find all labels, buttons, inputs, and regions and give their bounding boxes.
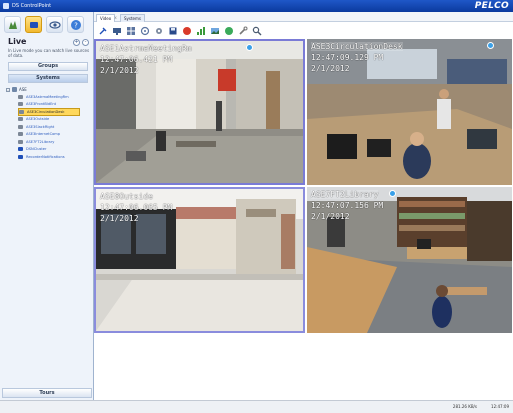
- tree-item-label: ASE3FrontBldEnt: [26, 102, 57, 107]
- tours-button[interactable]: Tours: [2, 388, 92, 398]
- brand-logo: PELCO: [474, 1, 509, 11]
- groups-button[interactable]: Groups: [8, 62, 88, 71]
- tree-item-label: ASE3Outside: [26, 117, 50, 122]
- video-grid: ASE1AstrmaMeetingRm 12:47:06.421 PM 2/1/…: [94, 39, 512, 333]
- tree-item[interactable]: DSNCluster: [18, 146, 92, 154]
- pin-icon[interactable]: [97, 25, 108, 36]
- tree-item-label: DSNCluster: [26, 147, 47, 152]
- tree-item[interactable]: ASE3FrontBldEnt: [18, 101, 92, 109]
- globe-icon[interactable]: [223, 25, 234, 36]
- help-icon[interactable]: ?: [67, 16, 84, 33]
- camera-name: ASE3CirculationDesk: [311, 42, 403, 51]
- tree-item[interactable]: RecorderNotifications: [18, 153, 92, 161]
- tab-systems[interactable]: Systems: [120, 14, 145, 22]
- add-icon[interactable]: +: [73, 39, 80, 46]
- clock-readout: 12:47:09: [491, 404, 509, 409]
- record-status-icon: [389, 190, 396, 197]
- image-icon[interactable]: [209, 25, 220, 36]
- sites-icon[interactable]: [4, 16, 21, 33]
- toolbar: [94, 23, 513, 38]
- save-icon[interactable]: [167, 25, 178, 36]
- live-controls: + -: [73, 39, 89, 46]
- video-tile[interactable]: ASE3CirculationDesk 12:47:09.129 PM 2/1/…: [307, 39, 512, 185]
- camera-icon: [18, 139, 23, 144]
- server-icon: [12, 87, 17, 92]
- left-panel: ? Live + - In Live mode you can watch li…: [0, 12, 94, 400]
- tree-item-label: ASE3InternetComp: [26, 132, 61, 137]
- status-bar: 281.26 KB/s 12:47:09: [0, 400, 513, 413]
- camera-overlay: ASE7FT2Library 12:47:07.156 PM 2/1/2012: [311, 189, 383, 222]
- tree-item-label: RecorderNotifications: [26, 154, 65, 159]
- camera-icon: [18, 132, 23, 137]
- panel-description: In Live mode you can watch live sources …: [8, 48, 90, 58]
- camera-icon: [18, 94, 23, 99]
- monitor-icon[interactable]: [111, 25, 122, 36]
- tree-item[interactable]: ASE7FT2Library: [18, 138, 92, 146]
- camera-time: 12:47:09.129 PM: [311, 53, 384, 62]
- folder-icon: [18, 154, 23, 159]
- gear-icon[interactable]: [153, 25, 164, 36]
- camera-time: 12:47:06.421 PM: [100, 55, 173, 64]
- camera-overlay: ASE3CirculationDesk 12:47:09.129 PM 2/1/…: [311, 41, 403, 74]
- app-window: DS ControlPoint PELCO ? Live + - In Live…: [0, 0, 513, 413]
- tree-root-label: ASE: [19, 87, 27, 92]
- camera-icon: [18, 117, 23, 122]
- tree-item-label: ASE7FT2Library: [26, 139, 55, 144]
- tree-root[interactable]: - ASE: [6, 86, 92, 93]
- video-tile[interactable]: ASE1AstrmaMeetingRm 12:47:06.421 PM 2/1/…: [94, 39, 305, 185]
- panel-title: Live: [8, 37, 27, 46]
- expand-icon[interactable]: -: [6, 87, 10, 92]
- camera-date: 2/1/2012: [100, 214, 139, 223]
- camera-name: ASE8Outside: [100, 192, 153, 201]
- search-icon[interactable]: [251, 25, 262, 36]
- camera-date: 2/1/2012: [311, 212, 350, 221]
- tree-item[interactable]: ASE3Outside: [18, 116, 92, 124]
- tree-item[interactable]: ASE3SlackRight: [18, 123, 92, 131]
- video-tile[interactable]: ASE7FT2Library 12:47:07.156 PM 2/1/2012: [307, 187, 512, 333]
- layout-icon[interactable]: [125, 25, 136, 36]
- record-status-icon: [246, 44, 253, 51]
- close-icon[interactable]: x: [113, 15, 118, 20]
- camera-date: 2/1/2012: [100, 66, 139, 75]
- stop-icon[interactable]: [181, 25, 192, 36]
- remove-icon[interactable]: -: [82, 39, 89, 46]
- record-status-icon: [487, 42, 494, 49]
- tree-item-label: ASE3AstrmaMeetingRm: [26, 94, 69, 99]
- tree-item-selected[interactable]: ASE3CirculationDesk: [18, 108, 80, 116]
- video-tile[interactable]: ASE8Outside 12:47:06.065 PM 2/1/2012: [94, 187, 305, 333]
- window-title: DS ControlPoint: [12, 3, 52, 9]
- app-icon: [3, 3, 9, 9]
- camera-overlay: ASE8Outside 12:47:06.065 PM 2/1/2012: [100, 191, 172, 224]
- playback-icon[interactable]: [46, 16, 63, 33]
- title-bar: DS ControlPoint PELCO: [0, 0, 513, 12]
- camera-time: 12:47:07.156 PM: [311, 201, 384, 210]
- live-icon[interactable]: [25, 16, 42, 33]
- bandwidth-readout: 281.26 KB/s: [452, 404, 477, 409]
- nav-icons: ?: [4, 16, 84, 36]
- camera-overlay: ASE1AstrmaMeetingRm 12:47:06.421 PM 2/1/…: [100, 43, 192, 76]
- systems-button[interactable]: Systems: [8, 74, 88, 83]
- folder-icon: [18, 147, 23, 152]
- camera-name: ASE1AstrmaMeetingRm: [100, 44, 192, 53]
- camera-name: ASE7FT2Library: [311, 190, 379, 199]
- camera-tree: - ASE ASE3AstrmaMeetingRm ASE3FrontBldEn…: [6, 86, 92, 161]
- camera-icon: [18, 102, 23, 107]
- chart-icon[interactable]: [195, 25, 206, 36]
- tree-item-label: ASE3SlackRight: [26, 124, 55, 129]
- svg-text:?: ?: [74, 21, 78, 29]
- camera-icon: [18, 124, 23, 129]
- ptz-icon[interactable]: [139, 25, 150, 36]
- main-area: Video x Systems ASE1AstrmaMeetingRm 12:4…: [94, 12, 513, 400]
- tab-bar: Video x Systems: [94, 12, 513, 22]
- camera-icon: [19, 109, 24, 114]
- tree-item-label: ASE3CirculationDesk: [27, 109, 65, 114]
- tree-item[interactable]: ASE3InternetComp: [18, 131, 92, 139]
- tree-item[interactable]: ASE3AstrmaMeetingRm: [18, 93, 92, 101]
- tools-icon[interactable]: [237, 25, 248, 36]
- camera-time: 12:47:06.065 PM: [100, 203, 173, 212]
- camera-date: 2/1/2012: [311, 64, 350, 73]
